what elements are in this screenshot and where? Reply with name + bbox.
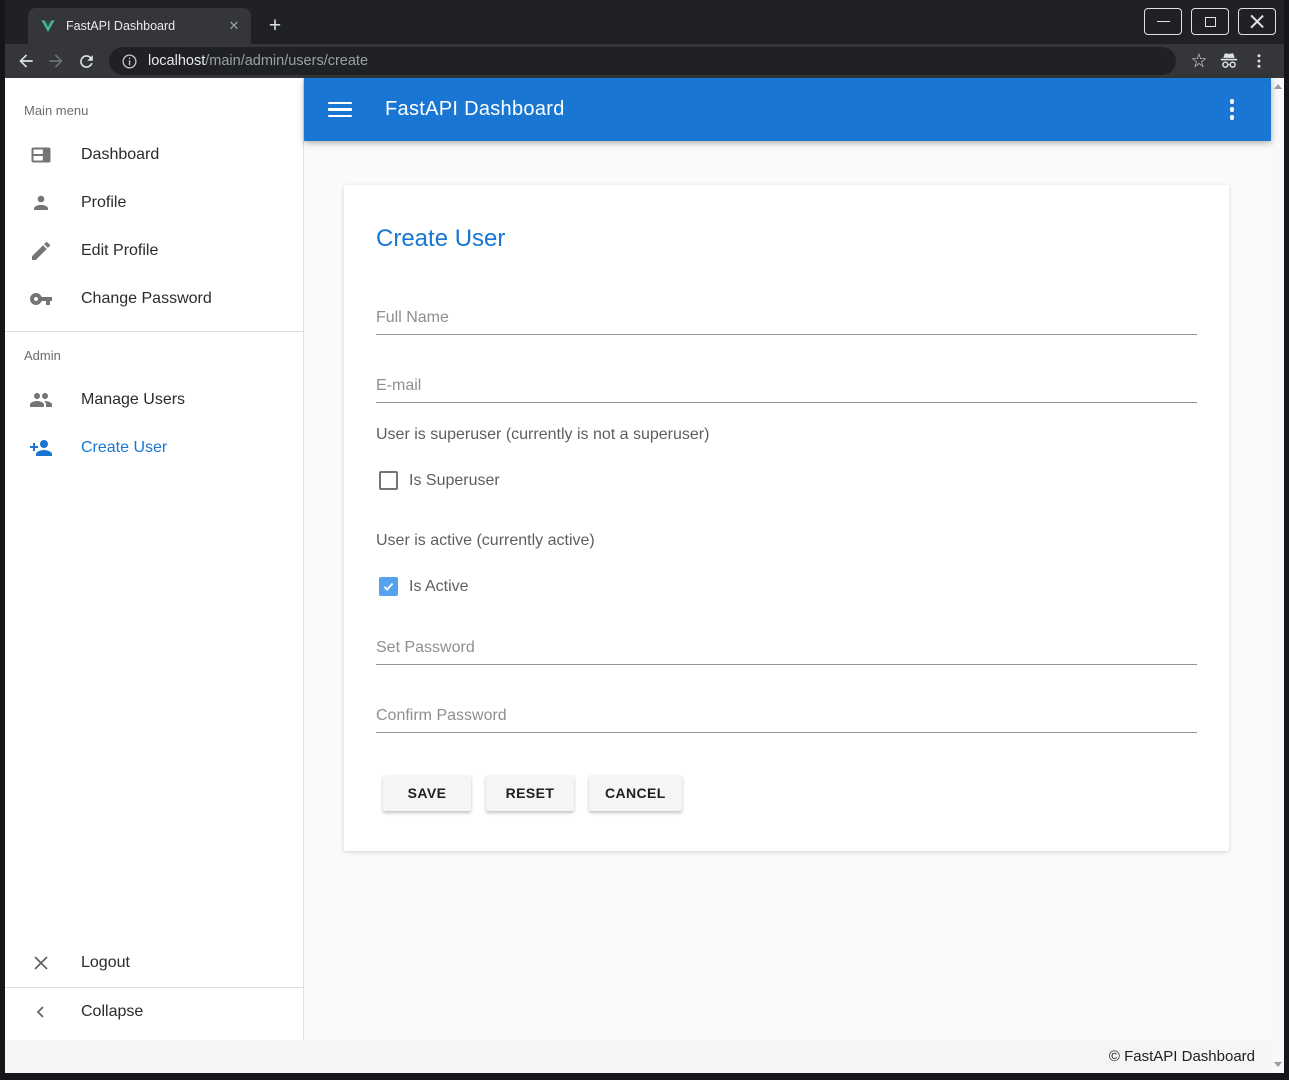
- back-arrow-icon: [16, 51, 36, 71]
- address-bar[interactable]: localhost/main/admin/users/create: [109, 47, 1176, 75]
- close-icon: [1251, 15, 1264, 28]
- appbar-menu-button[interactable]: [1220, 99, 1244, 120]
- confirm-password-input[interactable]: [376, 707, 1197, 733]
- sidebar-item-create-user[interactable]: Create User: [5, 424, 303, 472]
- browser-titlebar: FastAPI Dashboard ✕ +: [5, 0, 1284, 44]
- sidebar-item-label: Dashboard: [81, 146, 159, 164]
- sidebar-item-label: Profile: [81, 194, 126, 212]
- sidebar-item-profile[interactable]: Profile: [5, 179, 303, 227]
- people-icon: [29, 388, 53, 412]
- set-password-input[interactable]: [376, 639, 1197, 665]
- superuser-hint: User is superuser (currently is not a su…: [376, 426, 1197, 444]
- scrollbar-down-arrow-icon[interactable]: [1274, 1062, 1282, 1067]
- sidebar-item-label: Collapse: [81, 1003, 143, 1021]
- sidebar-item-label: Change Password: [81, 290, 212, 308]
- tab-close-icon[interactable]: ✕: [225, 17, 243, 35]
- browser-tab[interactable]: FastAPI Dashboard ✕: [28, 8, 251, 44]
- full-name-input[interactable]: [376, 309, 1197, 335]
- cancel-button[interactable]: CANCEL: [589, 775, 682, 811]
- url-text: localhost/main/admin/users/create: [148, 53, 368, 69]
- tab-title: FastAPI Dashboard: [66, 19, 225, 33]
- app-title: FastAPI Dashboard: [385, 98, 565, 121]
- sidebar-section-admin: Admin: [24, 348, 303, 363]
- sidebar-item-label: Create User: [81, 439, 167, 457]
- new-tab-button[interactable]: +: [261, 12, 289, 40]
- save-button[interactable]: SAVE: [383, 775, 471, 811]
- bookmark-button[interactable]: ☆: [1184, 46, 1214, 76]
- pencil-icon: [29, 239, 53, 263]
- browser-window: FastAPI Dashboard ✕ + localhost/main/adm…: [0, 0, 1289, 1080]
- app-bar: FastAPI Dashboard: [304, 78, 1271, 141]
- superuser-checkbox-label: Is Superuser: [409, 472, 500, 490]
- active-hint: User is active (currently active): [376, 532, 1197, 550]
- sidebar-item-collapse[interactable]: Collapse: [5, 988, 303, 1036]
- scrollbar-up-arrow-icon[interactable]: [1274, 84, 1282, 89]
- check-icon: [382, 580, 395, 593]
- window-controls: [1144, 8, 1276, 35]
- sidebar-item-label: Manage Users: [81, 391, 185, 409]
- back-button[interactable]: [11, 46, 41, 76]
- form-title: Create User: [376, 225, 1197, 253]
- sidebar-item-label: Logout: [81, 954, 130, 972]
- form-actions: SAVE RESET CANCEL: [383, 775, 1197, 811]
- maximize-icon: [1205, 17, 1216, 27]
- sidebar-item-dashboard[interactable]: Dashboard: [5, 131, 303, 179]
- page-scrollbar[interactable]: [1271, 78, 1284, 1073]
- hamburger-menu-icon[interactable]: [328, 98, 352, 122]
- sidebar-item-edit-profile[interactable]: Edit Profile: [5, 227, 303, 275]
- person-add-icon: [29, 436, 53, 460]
- forward-arrow-icon: [46, 51, 66, 71]
- page-footer: © FastAPI Dashboard: [5, 1040, 1271, 1073]
- footer-copyright: © FastAPI Dashboard: [1109, 1048, 1255, 1065]
- sidebar-item-manage-users[interactable]: Manage Users: [5, 376, 303, 424]
- star-icon: ☆: [1190, 52, 1207, 71]
- url-host: localhost: [148, 53, 205, 69]
- sidebar-section-main-menu: Main menu: [24, 103, 303, 118]
- person-icon: [29, 191, 53, 215]
- sidebar-item-label: Edit Profile: [81, 242, 158, 260]
- site-info-icon[interactable]: [121, 53, 138, 70]
- browser-toolbar: localhost/main/admin/users/create ☆: [5, 44, 1284, 78]
- email-input[interactable]: [376, 377, 1197, 403]
- minimize-icon: [1157, 21, 1170, 22]
- window-maximize-button[interactable]: [1191, 8, 1229, 35]
- sidebar-divider: [5, 331, 303, 332]
- dashboard-icon: [29, 143, 53, 167]
- window-close-button[interactable]: [1238, 8, 1276, 35]
- forward-button[interactable]: [41, 46, 71, 76]
- active-checkbox[interactable]: [379, 577, 398, 596]
- vue-favicon-icon: [40, 18, 56, 34]
- page-content: Create User User is superuser (currently…: [304, 141, 1271, 1040]
- key-icon: [29, 287, 53, 311]
- create-user-card: Create User User is superuser (currently…: [344, 185, 1229, 851]
- superuser-checkbox-row[interactable]: Is Superuser: [379, 471, 1197, 490]
- sidebar: Main menu Dashboard Profile: [5, 78, 304, 1040]
- active-checkbox-row[interactable]: Is Active: [379, 577, 1197, 596]
- superuser-checkbox[interactable]: [379, 471, 398, 490]
- page: Main menu Dashboard Profile: [5, 78, 1284, 1073]
- reload-button[interactable]: [71, 46, 101, 76]
- incognito-indicator: [1214, 46, 1244, 76]
- browser-menu-button[interactable]: [1244, 46, 1274, 76]
- incognito-icon: [1218, 50, 1240, 72]
- kebab-menu-icon: [1250, 52, 1268, 70]
- window-minimize-button[interactable]: [1144, 8, 1182, 35]
- chevron-left-icon: [29, 1000, 53, 1024]
- logout-x-icon: [29, 951, 53, 975]
- sidebar-spacer: [5, 472, 303, 939]
- active-checkbox-label: Is Active: [409, 578, 469, 596]
- sidebar-item-change-password[interactable]: Change Password: [5, 275, 303, 323]
- main-area: FastAPI Dashboard Create User User is su…: [304, 78, 1271, 1040]
- url-path: /main/admin/users/create: [205, 53, 368, 69]
- reload-icon: [77, 52, 96, 71]
- sidebar-item-logout[interactable]: Logout: [5, 939, 303, 987]
- reset-button[interactable]: RESET: [486, 775, 574, 811]
